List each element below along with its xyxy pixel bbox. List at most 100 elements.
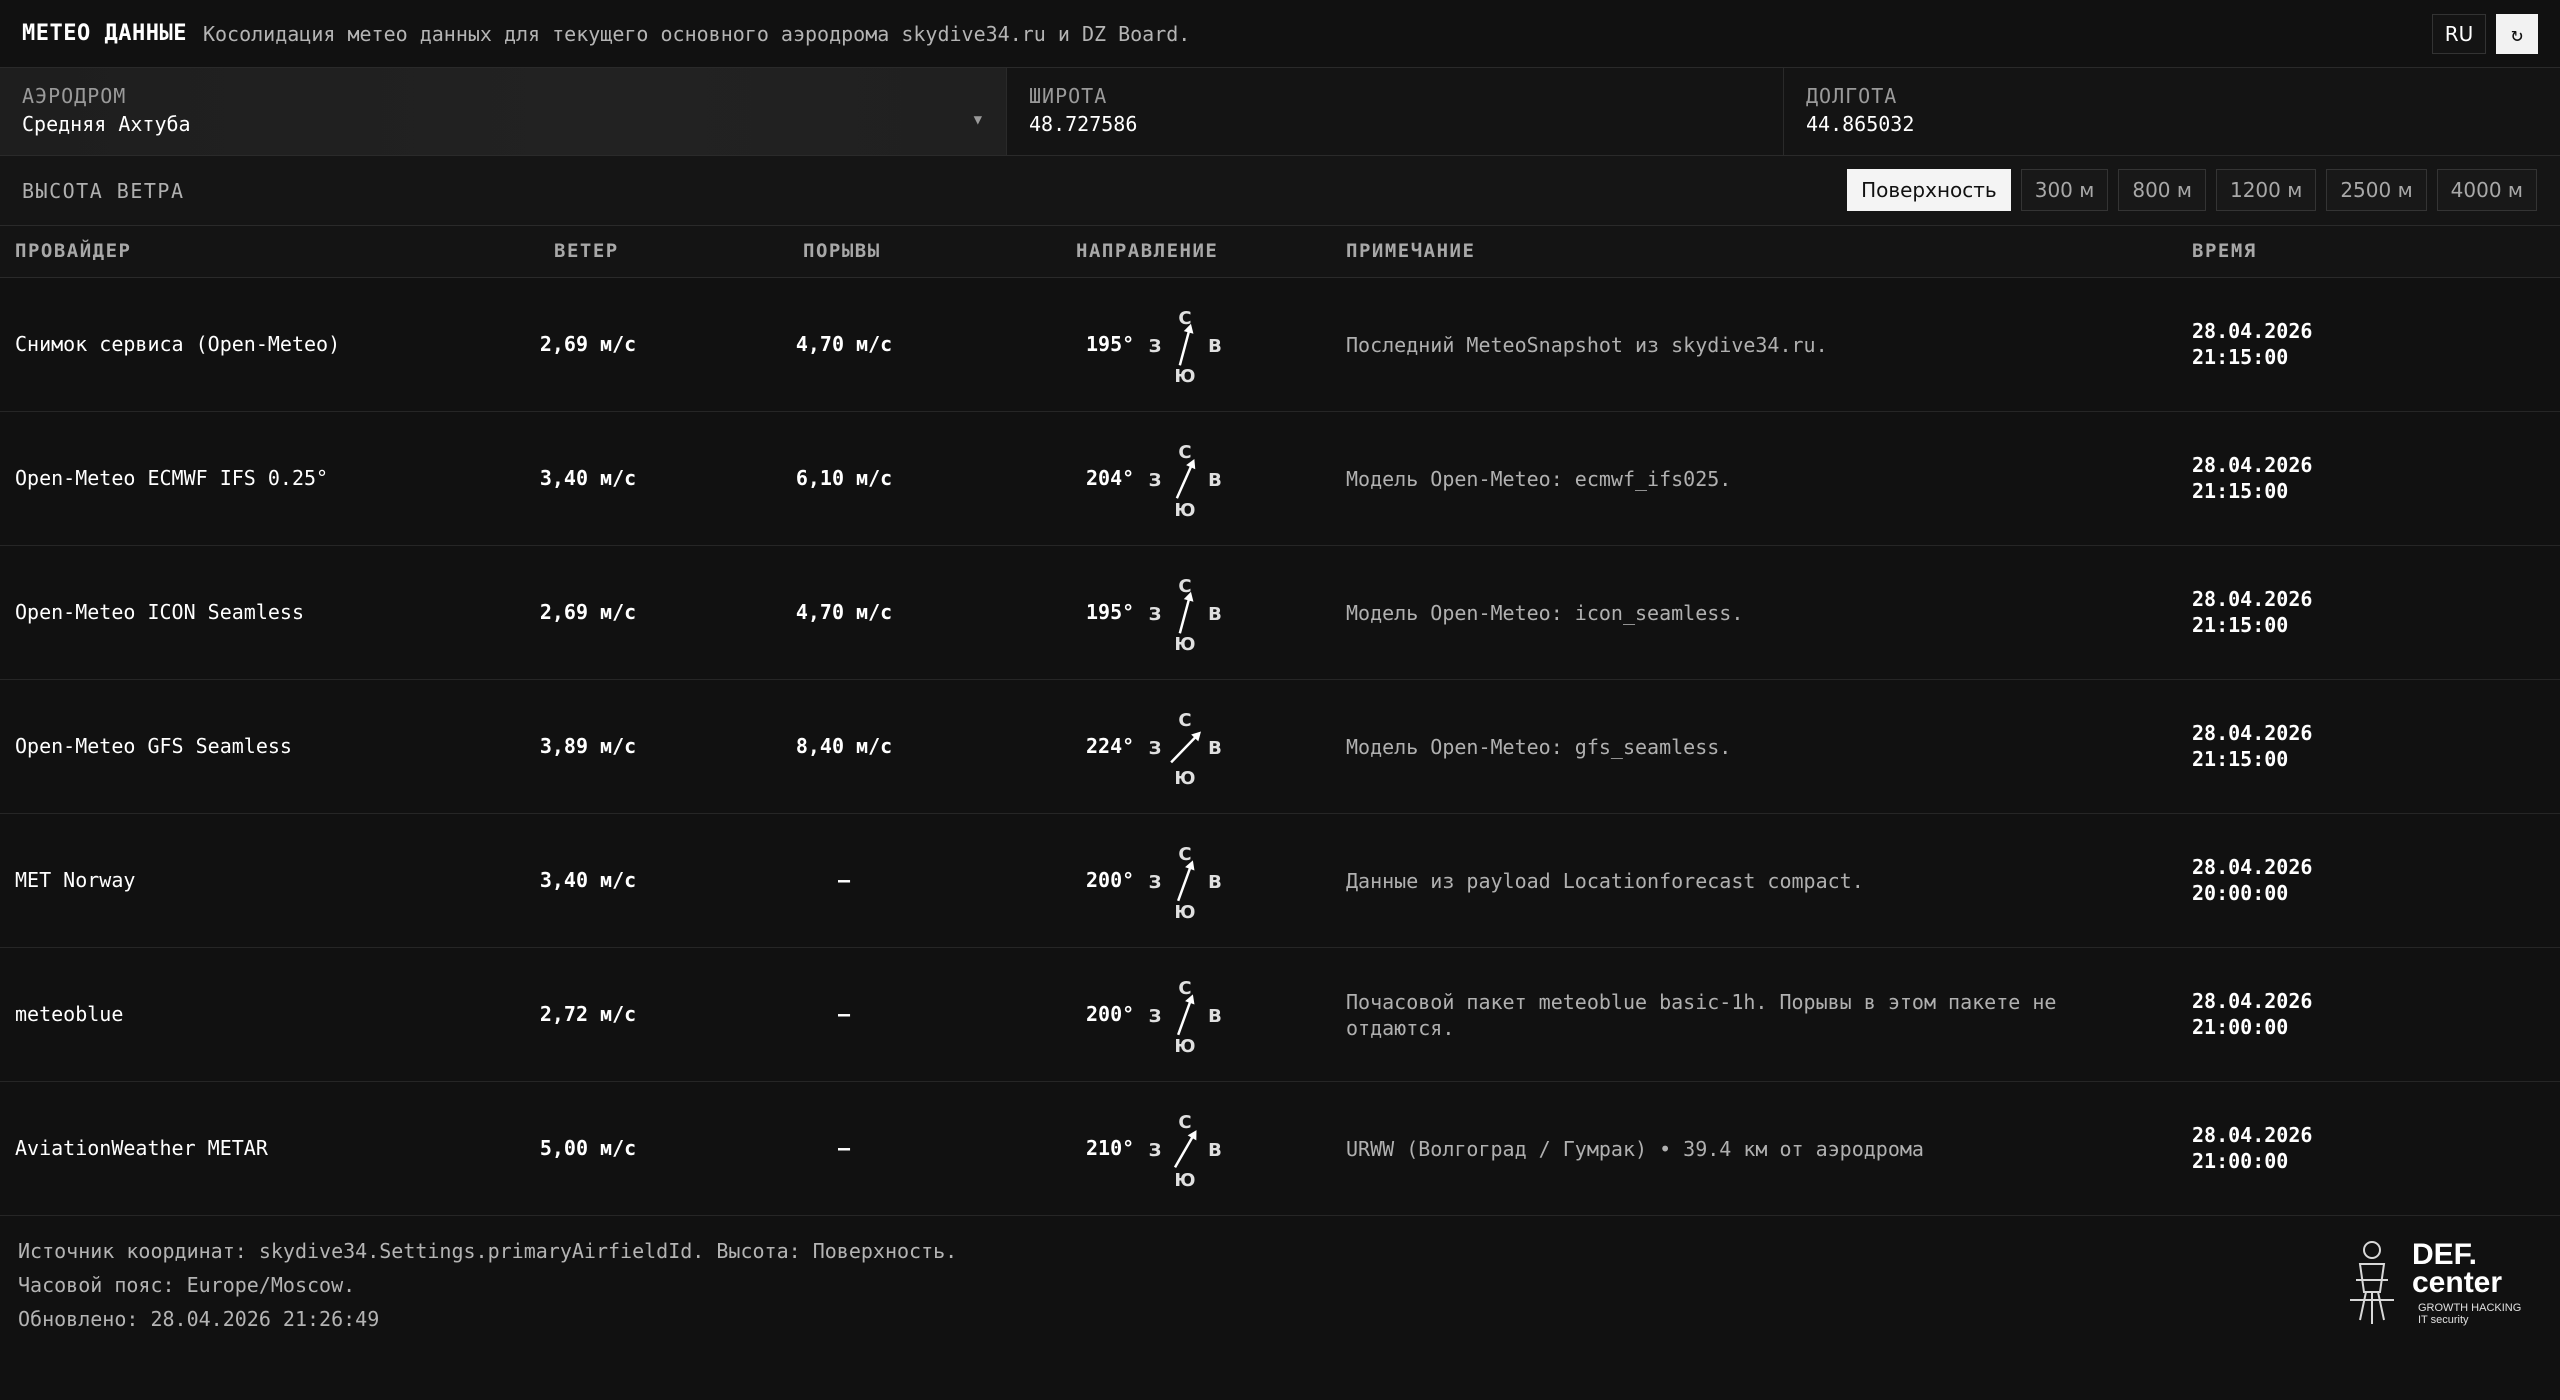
compass-south: Ю [1174,500,1195,520]
compass-east: В [1208,470,1222,491]
observation-time: 28.04.2026 21:15:00 [2192,586,2312,638]
altitude-option-5[interactable]: 4000 м [2436,169,2537,211]
observation-time: 28.04.2026 21:00:00 [2192,1122,2312,1174]
provider-note: Модель Open-Meteo: gfs_seamless. [1346,735,1732,759]
observation-clock: 21:15:00 [2192,747,2289,771]
table-body: Снимок сервиса (Open-Meteo) 2,69 м/с 4,70 … [0,278,2560,1216]
altitude-option-0[interactable]: Поверхность [1847,169,2011,211]
airfield-label: АЭРОДРОМ [22,84,127,108]
compass-east: В [1208,738,1222,759]
table-row: Open-Meteo GFS Seamless 3,89 м/с 8,40 м/с 2… [0,680,2560,814]
table-row: AviationWeather METAR 5,00 м/с — 210° С Ю З В UR… [0,1082,2560,1216]
compass-west: З [1149,604,1162,625]
compass-south: Ю [1174,1170,1195,1190]
observation-clock: 21:15:00 [2192,479,2289,503]
compass-arrow-icon: СЮЗ В [1149,308,1222,386]
direction-degrees: 210° [1086,1136,1135,1160]
altitude-buttons: Поверхность 300 м 800 м 1200 м 2500 м 4000 м [1847,169,2537,211]
header-time: ВРЕМЯ [2192,240,2257,262]
compass-arrow-icon: СЮЗ В [1149,844,1222,922]
airfield-select[interactable]: АЭРОДРОМ Средняя Ахтуба ▼ [0,68,1007,155]
provider-name: AviationWeather METAR [15,1136,268,1160]
footer-source: Источник координат: skydive34.Settings.p… [18,1239,958,1263]
observation-time: 28.04.2026 21:00:00 [2192,988,2312,1040]
compass-west: З [1149,470,1162,491]
footer: Источник координат: skydive34.Settings.p… [0,1216,2560,1396]
wind-speed: 3,89 м/с [539,734,637,758]
observation-date: 28.04.2026 [2192,855,2313,879]
compass-arrow-icon: СЮЗ В [1149,442,1222,520]
page-subtitle: Косолидация метео данных для текущего ос… [202,21,1191,46]
longitude-label: ДОЛГОТА [1806,84,1898,108]
wind-speed: 2,69 м/с [539,332,637,356]
observation-time: 28.04.2026 21:15:00 [2192,720,2312,772]
gust-speed: — [837,1136,851,1160]
direction-degrees: 200° [1086,868,1135,892]
wind-speed: 3,40 м/с [539,466,637,490]
provider-name: Open-Meteo ICON Seamless [15,600,304,624]
compass-west: З [1149,1006,1162,1027]
latitude-value: 48.727586 [1029,112,1138,136]
compass-arrow-icon: СЮЗ В [1149,1112,1222,1190]
provider-note: Модель Open-Meteo: ecmwf_ifs025. [1346,467,1732,491]
table-row: MET Norway 3,40 м/с — 200° С Ю З В Данные из pay… [0,814,2560,948]
wind-speed: 5,00 м/с [539,1136,637,1160]
provider-note: Последний MeteoSnapshot из skydive34.ru. [1346,333,1828,357]
provider-note: Данные из payload Locationforecast compa… [1346,869,1864,893]
language-button[interactable]: RU [2432,14,2486,54]
gust-speed: 4,70 м/с [795,600,893,624]
wind-speed: 3,40 м/с [539,868,637,892]
table-row: meteoblue 2,72 м/с — 200° С Ю З В Почасовой паке… [0,948,2560,1082]
altitude-option-4[interactable]: 2500 м [2326,169,2427,211]
wind-direction: 195° С Ю З В [1040,306,1300,386]
latitude-label: ШИРОТА [1029,84,1108,108]
wind-direction: 210° С Ю З В [1040,1110,1300,1190]
header-gusts: ПОРЫВЫ [803,240,881,262]
observation-time: 28.04.2026 20:00:00 [2192,854,2312,906]
page-title: МЕТЕО ДАННЫЕ [22,21,187,46]
gust-speed: 8,40 м/с [795,734,893,758]
observation-date: 28.04.2026 [2192,453,2313,477]
longitude-field: ДОЛГОТА 44.865032 [1784,68,2560,155]
header-provider: ПРОВАЙДЕР [15,240,132,262]
def-center-logo: DEF. center GROWTH HACKING IT security [2350,1238,2521,1326]
logo-tag-growth: GROWTH HACKING [2418,1302,2521,1314]
direction-degrees: 200° [1086,1002,1135,1026]
wind-speed: 2,69 м/с [539,600,637,624]
altitude-option-3[interactable]: 1200 м [2215,169,2317,211]
compass-west: З [1149,336,1162,357]
airfield-value: Средняя Ахтуба [22,112,191,136]
provider-name: MET Norway [15,868,136,892]
observation-date: 28.04.2026 [2192,1123,2313,1147]
observation-date: 28.04.2026 [2192,721,2313,745]
top-bar: МЕТЕО ДАННЫЕ Косолидация метео данных дл… [0,0,2560,68]
chevron-down-icon: ▼ [973,112,982,128]
compass-north: С [1178,710,1191,731]
table-row: Снимок сервиса (Open-Meteo) 2,69 м/с 4,70 … [0,278,2560,412]
table-row: Open-Meteo ECMWF IFS 0.25° 3,40 м/с 6,10 м… [0,412,2560,546]
wind-direction: 200° С Ю З В [1040,842,1300,922]
provider-name: Open-Meteo GFS Seamless [15,734,292,758]
observation-date: 28.04.2026 [2192,587,2313,611]
table-header: ПРОВАЙДЕР ВЕТЕР ПОРЫВЫ НАПРАВЛЕНИЕ ПРИМЕ… [0,226,2560,278]
compass-arrow-icon: СЮЗ В [1149,978,1222,1056]
top-actions: RU ↻ [2432,14,2538,54]
provider-note: Почасовой пакет meteoblue basic-1h. Поры… [1346,990,2057,1040]
logo-figure-icon [2350,1241,2394,1324]
observation-clock: 21:00:00 [2192,1015,2289,1039]
altitude-label: ВЫСОТА ВЕТРА [22,178,185,203]
wind-speed: 2,72 м/с [539,1002,637,1026]
latitude-field: ШИРОТА 48.727586 [1007,68,1784,155]
compass-east: В [1208,604,1222,625]
provider-note: Модель Open-Meteo: icon_seamless. [1346,601,1744,625]
altitude-option-2[interactable]: 800 м [2118,169,2206,211]
altitude-option-1[interactable]: 300 м [2020,169,2109,211]
observation-time: 28.04.2026 21:15:00 [2192,318,2312,370]
compass-north: С [1178,978,1191,999]
gust-speed: 4,70 м/с [795,332,893,356]
provider-name: Open-Meteo ECMWF IFS 0.25° [15,466,329,490]
refresh-button[interactable]: ↻ [2496,14,2538,54]
header-direction: НАПРАВЛЕНИЕ [1076,240,1219,262]
altitude-selector: ВЫСОТА ВЕТРА Поверхность 300 м 800 м 1200 м… [0,156,2560,226]
compass-south: Ю [1174,366,1195,386]
